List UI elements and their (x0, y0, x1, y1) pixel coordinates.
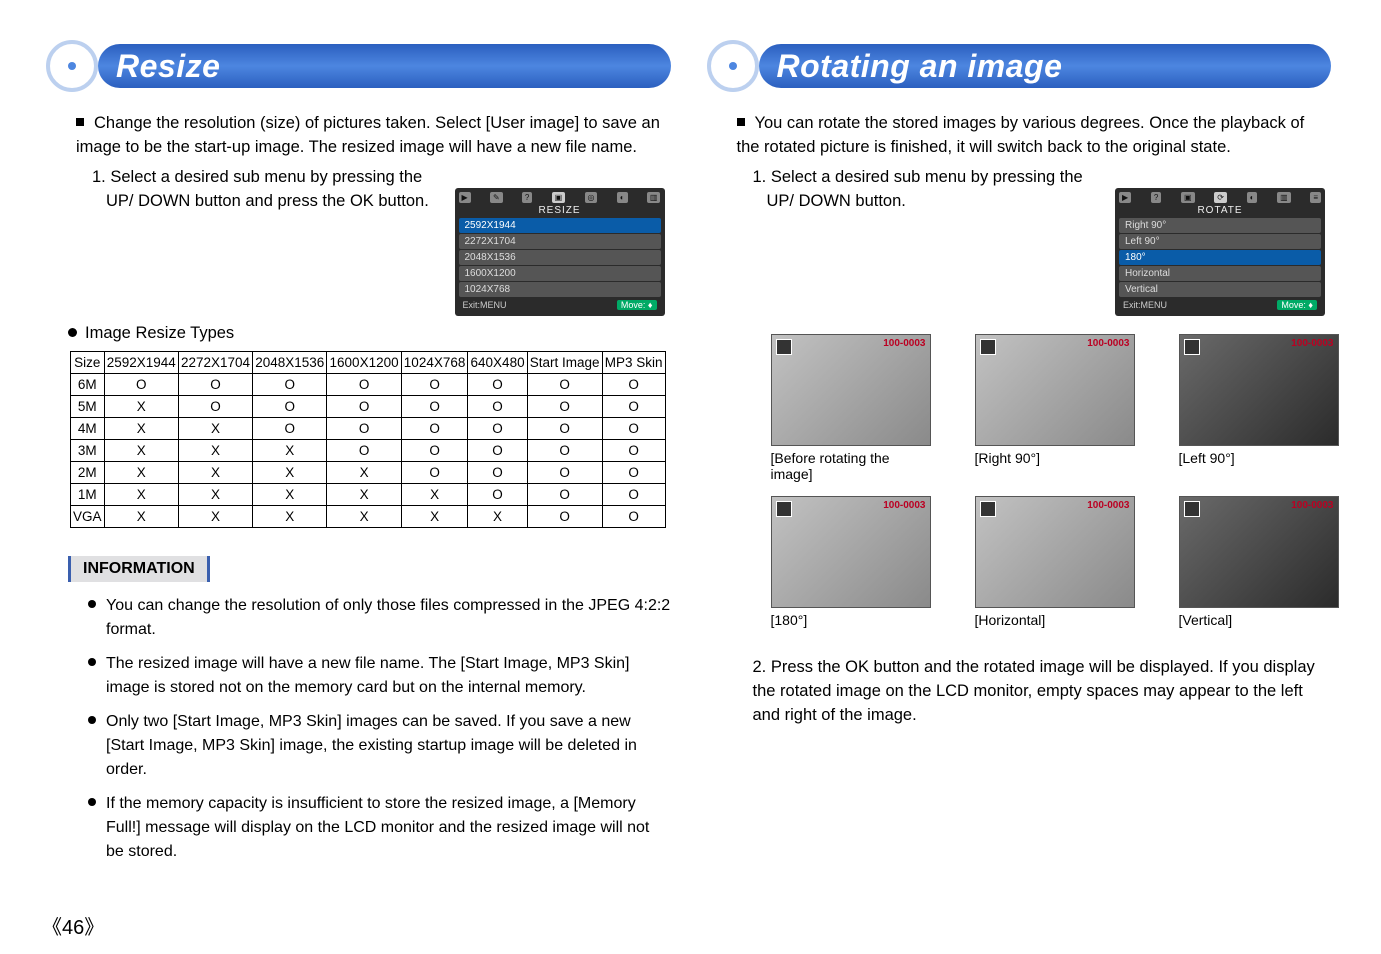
table-row: 4MXXOOOOOO (71, 417, 666, 439)
dot-bullet-icon (68, 328, 77, 337)
image-id-tag: 100-0003 (1291, 500, 1333, 511)
heading-bullet-icon (46, 40, 98, 92)
information-title: INFORMATION (68, 556, 210, 582)
thumb-before: 100-0003 [Before rotating the image] (771, 334, 931, 482)
menu-item: 1600X1200 (459, 266, 661, 281)
menu-item: Right 90° (1119, 218, 1321, 233)
menu-item: 180° (1119, 250, 1321, 265)
section-heading-rotate: Rotating an image (711, 40, 1332, 92)
resize-menu: ▶✎? ▣ ◎◐▥ RESIZE 2592X1944 2272X1704 204… (455, 188, 665, 316)
section-heading-resize: Resize (50, 40, 671, 92)
menu-item: Left 90° (1119, 234, 1321, 249)
menu-move: Move: ♦ (1277, 300, 1317, 310)
heading-title: Resize (116, 48, 220, 85)
image-id-tag: 100-0003 (1291, 338, 1333, 349)
thumb-vertical: 100-0003 [Vertical] (1179, 496, 1339, 628)
menu-exit: Exit:MENU (1123, 300, 1167, 310)
heading-bullet-icon (707, 40, 759, 92)
menu-item: 1024X768 (459, 282, 661, 297)
rotate-step2: 2. Press the OK button and the rotated i… (753, 656, 1332, 728)
thumb-horizontal: 100-0003 [Horizontal] (975, 496, 1135, 628)
menu-tab-row: ▶✎? ▣ ◎◐▥ (459, 192, 661, 203)
image-id-tag: 100-0003 (1087, 338, 1129, 349)
square-bullet-icon (76, 118, 84, 126)
menu-item: Horizontal (1119, 266, 1321, 281)
thumb-caption: [Vertical] (1179, 612, 1339, 628)
menu-exit: Exit:MENU (463, 300, 507, 310)
resize-table: Size 2592X1944 2272X1704 2048X1536 1600X… (70, 351, 666, 528)
table-row: 2MXXXXOOOO (71, 461, 666, 483)
menu-title: ROTATE (1119, 205, 1321, 216)
image-id-tag: 100-0003 (883, 338, 925, 349)
thumb-caption: [180°] (771, 612, 931, 628)
thumb-left90: 100-0003 [Left 90°] (1179, 334, 1339, 482)
thumb-right90: 100-0003 [Right 90°] (975, 334, 1135, 482)
information-block: INFORMATION You can change the resolutio… (68, 556, 671, 864)
resize-types-label: Image Resize Types (68, 324, 671, 343)
menu-item: 2592X1944 (459, 218, 661, 233)
table-header-row: Size 2592X1944 2272X1704 2048X1536 1600X… (71, 351, 666, 373)
thumb-caption: [Before rotating the image] (771, 450, 931, 482)
thumb-caption: [Left 90°] (1179, 450, 1339, 466)
info-item: If the memory capacity is insufficient t… (88, 792, 671, 864)
table-row: 6MOOOOOOOO (71, 373, 666, 395)
page-number: 《46》 (42, 911, 104, 940)
thumb-180: 100-0003 [180°] (771, 496, 931, 628)
table-row: VGAXXXXXXOO (71, 505, 666, 527)
menu-item: 2272X1704 (459, 234, 661, 249)
menu-item: 2048X1536 (459, 250, 661, 265)
thumb-caption: [Horizontal] (975, 612, 1135, 628)
info-item: Only two [Start Image, MP3 Skin] images … (88, 710, 671, 782)
table-row: 5MXOOOOOOO (71, 395, 666, 417)
resize-intro: Change the resolution (size) of pictures… (76, 112, 671, 160)
menu-move: Move: ♦ (617, 300, 657, 310)
rotate-intro: You can rotate the stored images by vari… (737, 112, 1332, 160)
rotate-menu: ▶?▣ ⟳ ◐▥≡ ROTATE Right 90° Left 90° 180°… (1115, 188, 1325, 316)
info-item: The resized image will have a new file n… (88, 652, 671, 700)
menu-item: Vertical (1119, 282, 1321, 297)
info-item: You can change the resolution of only th… (88, 594, 671, 642)
square-bullet-icon (737, 118, 745, 126)
table-row: 3MXXXOOOOO (71, 439, 666, 461)
menu-title: RESIZE (459, 205, 661, 216)
table-row: 1MXXXXXOOO (71, 483, 666, 505)
heading-title: Rotating an image (777, 48, 1063, 85)
thumb-caption: [Right 90°] (975, 450, 1135, 466)
menu-tab-row: ▶?▣ ⟳ ◐▥≡ (1119, 192, 1321, 203)
image-id-tag: 100-0003 (1087, 500, 1129, 511)
image-id-tag: 100-0003 (883, 500, 925, 511)
